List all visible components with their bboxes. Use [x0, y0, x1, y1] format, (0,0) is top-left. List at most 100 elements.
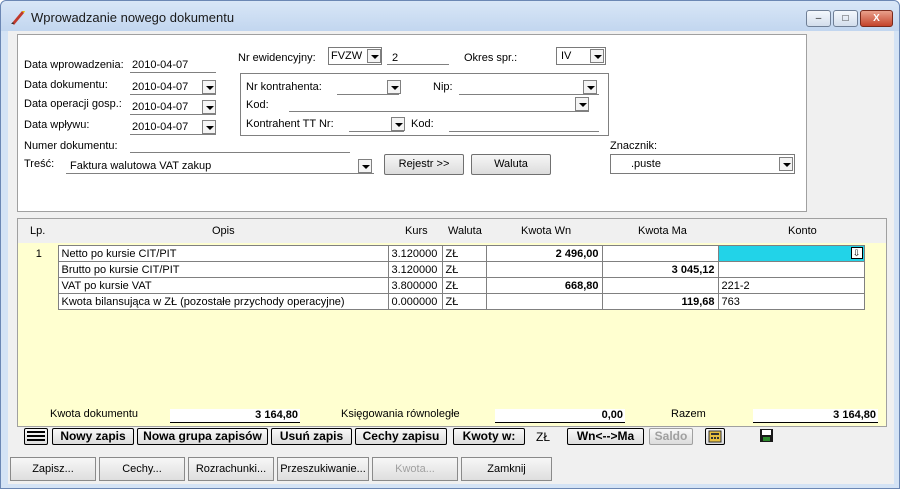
nr-ewidencyjny-label: Nr ewidencyjny: — [238, 52, 316, 64]
przeszukiwanie-button[interactable]: Przeszukiwanie... — [277, 457, 369, 481]
kwota-button[interactable]: Kwota... — [372, 457, 458, 481]
cechy-zapisu-button[interactable]: Cechy zapisu — [355, 428, 447, 445]
rozrachunki-button[interactable]: Rozrachunki... — [188, 457, 274, 481]
main-window: Wprowadzanie nowego dokumentu – □ X Data… — [0, 0, 900, 489]
cell-konto-selected[interactable]: ⇩ — [717, 245, 865, 262]
waluta-button[interactable]: Waluta — [471, 154, 551, 175]
numer-dokumentu-input[interactable] — [130, 152, 350, 153]
close-button[interactable]: X — [860, 10, 893, 27]
kod-label: Kod: — [246, 99, 269, 111]
nr-ewidencyjny-numer[interactable]: 2 — [392, 52, 398, 64]
col-kwota-wn: Kwota Wn — [521, 225, 572, 237]
cell-opis[interactable]: VAT po kursie VAT — [57, 277, 389, 294]
cell-waluta[interactable]: ZŁ — [441, 277, 487, 294]
okres-dropdown-icon[interactable] — [590, 49, 604, 63]
cell-wn[interactable] — [485, 293, 603, 310]
nr-kontrahenta-input[interactable] — [337, 94, 399, 95]
kod-input[interactable] — [289, 111, 589, 112]
title-bar[interactable]: Wprowadzanie nowego dokumentu – □ X — [1, 1, 899, 31]
cell-lp — [20, 293, 58, 310]
kwota-dokumentu-label: Kwota dokumentu — [50, 408, 139, 420]
calculator-icon[interactable] — [705, 428, 725, 445]
cell-kurs[interactable]: 3.800000 — [387, 277, 443, 294]
cell-waluta[interactable]: ZŁ — [441, 261, 487, 278]
col-kwota-ma: Kwota Ma — [638, 225, 687, 237]
nowa-grupa-zapisow-button[interactable]: Nowa grupa zapisów — [137, 428, 268, 445]
zapisz-button[interactable]: Zapisz... — [10, 457, 96, 481]
rejestr-button[interactable]: Rejestr >> — [384, 154, 464, 175]
saldo-button[interactable]: Saldo — [649, 428, 693, 445]
maximize-button[interactable]: □ — [833, 10, 858, 27]
data-dokumentu-field[interactable]: 2010-04-07 — [132, 81, 188, 93]
menu-lines-icon[interactable] — [24, 428, 48, 445]
nowy-zapis-button[interactable]: Nowy zapis — [52, 428, 134, 445]
cell-waluta[interactable]: ZŁ — [441, 245, 487, 262]
kwoty-w-button[interactable]: Kwoty w: — [453, 428, 525, 445]
data-wplywu-field[interactable]: 2010-04-07 — [132, 121, 188, 133]
znacznik-dropdown-icon[interactable] — [779, 157, 793, 171]
znacznik-label: Znacznik: — [610, 140, 658, 152]
kontrahent-tt-dropdown-icon[interactable] — [391, 117, 405, 131]
kod2-label: Kod: — [411, 118, 434, 130]
cell-opis[interactable]: Kwota bilansująca w ZŁ (pozostałe przych… — [57, 293, 389, 310]
rejestr-dropdown-icon[interactable] — [367, 49, 381, 63]
col-opis: Opis — [212, 225, 235, 237]
nip-input[interactable] — [459, 94, 599, 95]
cell-kurs[interactable]: 0.000000 — [387, 293, 443, 310]
kwota-dokumentu-value: 3 164,80 — [170, 409, 300, 423]
col-waluta: Waluta — [448, 225, 482, 237]
minimize-button[interactable]: – — [806, 10, 831, 27]
usun-zapis-button[interactable]: Usuń zapis — [271, 428, 352, 445]
cechy-button[interactable]: Cechy... — [99, 457, 185, 481]
table-row[interactable]: Brutto po kursie CIT/PIT 3.120000 ZŁ 3 045,… — [20, 261, 865, 278]
data-operacji-dropdown-icon[interactable] — [202, 100, 216, 114]
znacznik-select[interactable]: .puste — [610, 154, 795, 174]
cell-konto[interactable]: 221-2 — [717, 277, 865, 294]
zamknij-button[interactable]: Zamknij — [461, 457, 552, 481]
cell-wn[interactable]: 668,80 — [485, 277, 603, 294]
nip-dropdown-icon[interactable] — [583, 80, 597, 94]
tresc-dropdown-icon[interactable] — [358, 159, 372, 173]
kontrahent-group: Nr kontrahenta: Nip: Kod: Kontrahent TT … — [240, 73, 609, 136]
kwoty-waluta-label: ZŁ — [536, 430, 551, 444]
cell-konto[interactable] — [717, 261, 865, 278]
data-operacji-field[interactable]: 2010-04-07 — [132, 101, 188, 113]
table-row[interactable]: 1 Netto po kursie CIT/PIT 3.120000 ZŁ 2 496,… — [20, 245, 865, 262]
data-wplywu-label: Data wpływu: — [24, 119, 90, 131]
cell-wn[interactable] — [485, 261, 603, 278]
document-pen-icon — [11, 11, 25, 25]
nr-kontrahenta-dropdown-icon[interactable] — [387, 80, 401, 94]
konto-dropdown-icon[interactable]: ⇩ — [850, 247, 863, 259]
col-lp: Lp. — [30, 225, 46, 237]
data-wprowadzenia-value: 2010-04-07 — [132, 59, 189, 71]
wn-ma-swap-button[interactable]: Wn<-->Ma — [567, 428, 644, 445]
table-row[interactable]: Kwota bilansująca w ZŁ (pozostałe przych… — [20, 293, 865, 310]
ksiegowania-value: 0,00 — [495, 409, 625, 423]
cell-konto[interactable]: 763 — [717, 293, 865, 310]
cell-ma[interactable] — [601, 245, 719, 262]
kontrahent-tt-input[interactable] — [349, 131, 404, 132]
cell-kurs[interactable]: 3.120000 — [387, 245, 443, 262]
nr-kontrahenta-label: Nr kontrahenta: — [246, 81, 322, 93]
data-dokumentu-label: Data dokumentu: — [24, 79, 108, 91]
tresc-field[interactable]: Faktura walutowa VAT zakup — [70, 160, 211, 172]
cell-wn[interactable]: 2 496,00 — [485, 245, 603, 262]
cell-opis[interactable]: Brutto po kursie CIT/PIT — [57, 261, 389, 278]
kod2-input[interactable] — [449, 131, 599, 132]
cell-kurs[interactable]: 3.120000 — [387, 261, 443, 278]
window-title: Wprowadzanie nowego dokumentu — [31, 10, 235, 25]
cell-ma[interactable]: 3 045,12 — [601, 261, 719, 278]
kod-dropdown-icon[interactable] — [575, 97, 589, 111]
numer-dokumentu-label: Numer dokumentu: — [24, 140, 118, 152]
save-disk-icon[interactable] — [756, 428, 776, 445]
cell-waluta[interactable]: ZŁ — [441, 293, 487, 310]
data-wplywu-dropdown-icon[interactable] — [202, 120, 216, 134]
cell-opis[interactable]: Netto po kursie CIT/PIT — [57, 245, 389, 262]
table-row[interactable]: VAT po kursie VAT 3.800000 ZŁ 668,80 221-2 — [20, 277, 865, 294]
kontrahent-tt-label: Kontrahent TT Nr: — [246, 118, 334, 130]
cell-lp — [20, 261, 58, 278]
data-operacji-label: Data operacji gosp.: — [24, 98, 122, 110]
data-dokumentu-dropdown-icon[interactable] — [202, 80, 216, 94]
cell-ma[interactable] — [601, 277, 719, 294]
cell-ma[interactable]: 119,68 — [601, 293, 719, 310]
